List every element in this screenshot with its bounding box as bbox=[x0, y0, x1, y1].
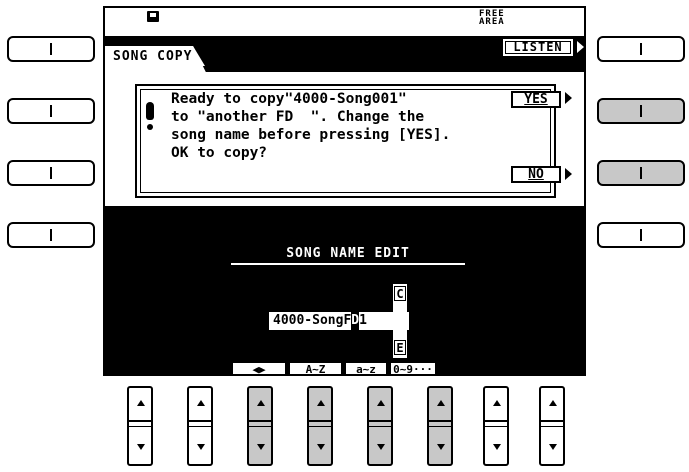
up-arrow-icon bbox=[317, 400, 325, 406]
data-button-6[interactable] bbox=[427, 386, 453, 466]
song-name-prefix: 4000-SongF bbox=[273, 313, 352, 328]
song-name-edit-panel: SONG NAME EDIT C E 4000-SongFD1 ◀▶ A~Z a… bbox=[105, 206, 584, 374]
dialog-message-line-2: to "another FD ". Change the bbox=[171, 109, 425, 125]
data-button-4[interactable] bbox=[307, 386, 333, 466]
title-bar-slant bbox=[193, 46, 513, 72]
up-arrow-icon bbox=[437, 400, 445, 406]
dialog-message-line-1: Ready to copy"4000-Song001" bbox=[171, 91, 407, 107]
left-button-2[interactable] bbox=[7, 98, 95, 124]
down-arrow-icon bbox=[197, 444, 205, 450]
dialog-message-line-3: song name before pressing [YES]. bbox=[171, 127, 451, 143]
song-name-cursor: D bbox=[351, 312, 360, 330]
data-button-2[interactable] bbox=[187, 386, 213, 466]
up-arrow-icon bbox=[549, 400, 557, 406]
exclamation-icon bbox=[145, 102, 155, 132]
up-arrow-icon bbox=[137, 400, 145, 406]
down-arrow-icon bbox=[549, 444, 557, 450]
listen-button[interactable]: LISTEN bbox=[503, 39, 573, 56]
song-name-field[interactable]: 4000-SongFD1 bbox=[269, 312, 409, 330]
tab-numbers[interactable]: 0~9··· bbox=[391, 363, 435, 374]
edit-title: SONG NAME EDIT bbox=[231, 246, 465, 265]
title-bar: SONG COPY LISTEN bbox=[105, 36, 584, 72]
yes-button[interactable]: YES bbox=[511, 91, 561, 108]
tab-cursor-move[interactable]: ◀▶ bbox=[233, 363, 285, 374]
char-below: E bbox=[394, 340, 406, 355]
right-button-no[interactable] bbox=[597, 160, 685, 186]
no-button[interactable]: NO bbox=[511, 166, 561, 183]
left-button-1[interactable] bbox=[7, 36, 95, 62]
page-title: SONG COPY bbox=[113, 49, 193, 64]
yes-arrow-icon bbox=[565, 92, 572, 104]
right-button-4[interactable] bbox=[597, 222, 685, 248]
lcd-screen: FREE AREA SONG COPY LISTEN Ready to copy… bbox=[103, 6, 586, 376]
left-button-3[interactable] bbox=[7, 160, 95, 186]
data-button-1[interactable] bbox=[127, 386, 153, 466]
dialog-message-line-4: OK to copy? bbox=[171, 145, 268, 161]
down-arrow-icon bbox=[377, 444, 385, 450]
down-arrow-icon bbox=[137, 444, 145, 450]
floppy-disk-icon bbox=[147, 11, 159, 22]
down-arrow-icon bbox=[317, 444, 325, 450]
data-button-5[interactable] bbox=[367, 386, 393, 466]
song-name-suffix: 1 bbox=[359, 313, 367, 328]
down-arrow-icon bbox=[437, 444, 445, 450]
left-button-4[interactable] bbox=[7, 222, 95, 248]
right-button-listen[interactable] bbox=[597, 36, 685, 62]
right-button-yes[interactable] bbox=[597, 98, 685, 124]
up-arrow-icon bbox=[377, 400, 385, 406]
listen-arrow-icon bbox=[577, 41, 584, 53]
data-button-3[interactable] bbox=[247, 386, 273, 466]
free-area-indicator: FREE AREA bbox=[479, 10, 505, 27]
data-button-8[interactable] bbox=[539, 386, 565, 466]
status-bar: FREE AREA bbox=[105, 8, 584, 36]
tab-lowercase[interactable]: a~z bbox=[346, 363, 386, 374]
down-arrow-icon bbox=[493, 444, 501, 450]
free-area-line-2: AREA bbox=[479, 17, 505, 27]
down-arrow-icon bbox=[257, 444, 265, 450]
char-above: C bbox=[394, 286, 406, 301]
data-button-7[interactable] bbox=[483, 386, 509, 466]
up-arrow-icon bbox=[493, 400, 501, 406]
copy-confirm-dialog: Ready to copy"4000-Song001" to "another … bbox=[135, 84, 572, 198]
tab-uppercase[interactable]: A~Z bbox=[290, 363, 341, 374]
up-arrow-icon bbox=[197, 400, 205, 406]
up-arrow-icon bbox=[257, 400, 265, 406]
no-arrow-icon bbox=[565, 168, 572, 180]
